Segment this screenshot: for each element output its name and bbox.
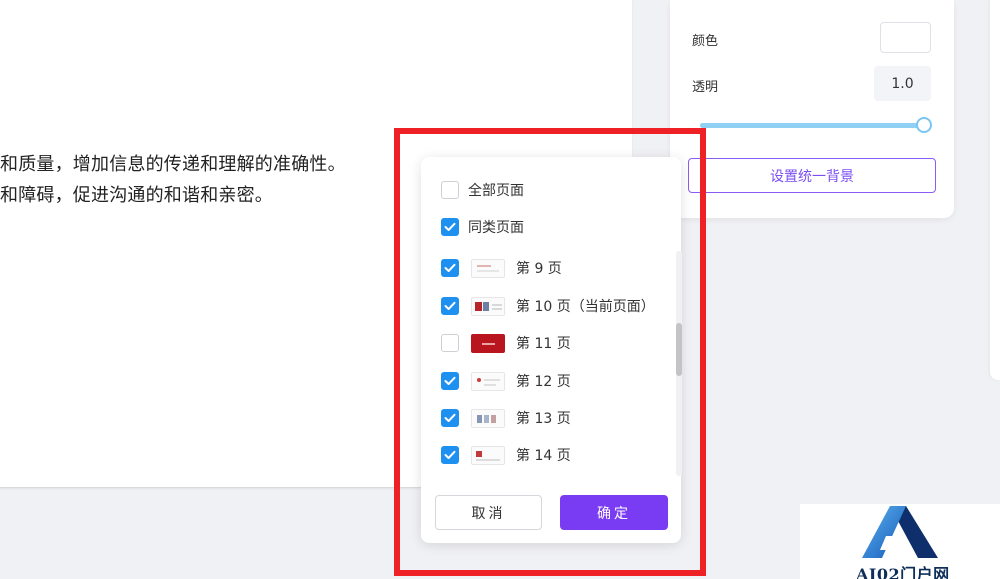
page-12-thumbnail bbox=[471, 371, 505, 391]
page-13-thumbnail bbox=[471, 408, 505, 428]
page-option-11[interactable]: 第 11 页 bbox=[441, 332, 571, 354]
page-11-checkbox[interactable] bbox=[441, 334, 459, 352]
color-label: 颜色 bbox=[692, 34, 719, 49]
check-icon bbox=[444, 376, 456, 385]
page-14-thumbnail bbox=[471, 445, 505, 465]
page-9-checkbox[interactable] bbox=[441, 259, 459, 277]
opacity-input[interactable] bbox=[874, 66, 931, 101]
watermark-text: AI02门户网 bbox=[856, 565, 950, 579]
page-option-10[interactable]: 第 10 页（当前页面） bbox=[441, 295, 655, 317]
document-text-line: 和障碍，促进沟通的和谐和亲密。 bbox=[0, 185, 273, 206]
page-14-checkbox[interactable] bbox=[441, 446, 459, 464]
page-9-thumbnail bbox=[471, 258, 505, 278]
page-option-14[interactable]: 第 14 页 bbox=[441, 444, 571, 466]
ai02-logo-icon bbox=[862, 506, 938, 558]
page-option-9[interactable]: 第 9 页 bbox=[441, 257, 562, 279]
page-9-label: 第 9 页 bbox=[516, 261, 562, 277]
page-13-checkbox[interactable] bbox=[441, 409, 459, 427]
check-icon bbox=[444, 413, 456, 422]
page-10-label: 第 10 页（当前页面） bbox=[516, 299, 655, 315]
check-icon bbox=[444, 222, 456, 231]
same-type-pages-checkbox[interactable] bbox=[441, 218, 459, 236]
background-settings-panel: 颜色 透明 设置统一背景 bbox=[670, 0, 954, 218]
check-icon bbox=[444, 301, 456, 310]
document-text-line: 和质量，增加信息的传递和理解的准确性。 bbox=[0, 154, 346, 175]
page-11-thumbnail bbox=[471, 333, 505, 353]
page-10-checkbox[interactable] bbox=[441, 297, 459, 315]
opacity-slider-handle[interactable] bbox=[916, 117, 932, 133]
page-14-label: 第 14 页 bbox=[516, 448, 571, 464]
apply-to-pages-popup: 全部页面 同类页面 第 9 页 第 10 页（当前页面） 第 11 页 第 12… bbox=[421, 157, 681, 543]
page-10-thumbnail bbox=[471, 296, 505, 316]
page-12-label: 第 12 页 bbox=[516, 374, 571, 390]
page-13-label: 第 13 页 bbox=[516, 411, 571, 427]
popup-scrollbar-thumb[interactable] bbox=[676, 323, 682, 376]
check-icon bbox=[444, 450, 456, 459]
right-edge-panel bbox=[990, 0, 1000, 380]
same-type-pages-option[interactable]: 同类页面 bbox=[441, 216, 524, 238]
same-type-pages-label: 同类页面 bbox=[468, 220, 524, 236]
all-pages-label: 全部页面 bbox=[468, 183, 524, 199]
page-option-13[interactable]: 第 13 页 bbox=[441, 407, 571, 429]
color-picker-swatch[interactable] bbox=[880, 22, 931, 53]
page-option-12[interactable]: 第 12 页 bbox=[441, 370, 571, 392]
check-icon bbox=[444, 263, 456, 272]
page-11-label: 第 11 页 bbox=[516, 336, 571, 352]
page-12-checkbox[interactable] bbox=[441, 372, 459, 390]
set-unified-background-button[interactable]: 设置统一背景 bbox=[688, 158, 936, 193]
all-pages-checkbox[interactable] bbox=[441, 181, 459, 199]
watermark: AI02门户网 bbox=[800, 504, 1000, 579]
cancel-button[interactable]: 取消 bbox=[435, 495, 542, 530]
confirm-button[interactable]: 确定 bbox=[560, 495, 668, 530]
opacity-slider-track[interactable] bbox=[700, 123, 924, 128]
opacity-label: 透明 bbox=[692, 80, 719, 95]
all-pages-option[interactable]: 全部页面 bbox=[441, 179, 524, 201]
